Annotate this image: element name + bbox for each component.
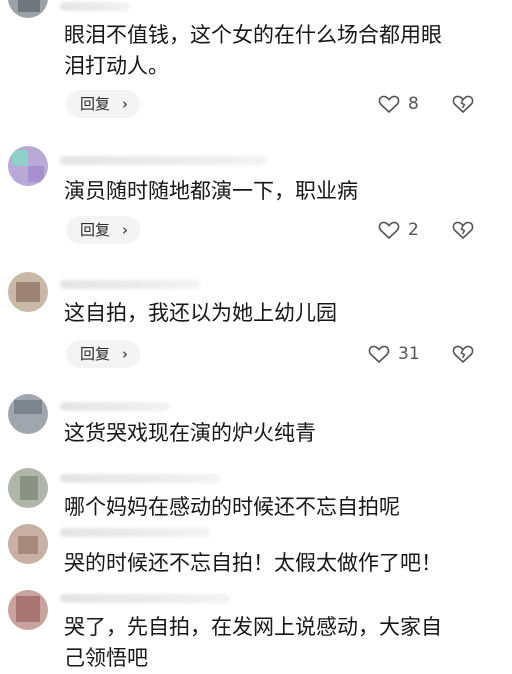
like-count: 8 bbox=[408, 94, 419, 114]
avatar[interactable] bbox=[8, 146, 48, 186]
chevron-right-icon: › bbox=[122, 345, 128, 363]
reply-label: 回复 bbox=[80, 345, 111, 363]
comment-text: 演员随时随地都演一下，职业病 bbox=[64, 179, 358, 203]
reply-button[interactable]: 回复 › bbox=[66, 216, 140, 244]
dislike-button[interactable] bbox=[452, 90, 478, 118]
dislike-button[interactable] bbox=[452, 340, 478, 368]
username[interactable] bbox=[60, 474, 220, 483]
broken-heart-icon bbox=[452, 344, 474, 364]
comment-text: 这自拍，我还以为她上幼儿园 bbox=[64, 301, 337, 325]
dislike-button[interactable] bbox=[452, 216, 478, 244]
heart-icon bbox=[368, 344, 390, 364]
comment-text: 哪个妈妈在感动的时候还不忘自拍呢 bbox=[64, 495, 400, 519]
reply-label: 回复 bbox=[80, 221, 111, 239]
username[interactable] bbox=[60, 528, 210, 537]
comment-text: 眼泪不值钱，这个女的在什么场合都用眼 泪打动人。 bbox=[64, 23, 442, 78]
username[interactable] bbox=[60, 594, 230, 603]
like-count: 31 bbox=[398, 344, 420, 364]
reply-button[interactable]: 回复 › bbox=[66, 340, 140, 368]
username[interactable] bbox=[60, 402, 170, 411]
like-button[interactable]: 8 bbox=[378, 90, 419, 118]
broken-heart-icon bbox=[452, 220, 474, 240]
username[interactable] bbox=[60, 280, 200, 289]
like-count: 2 bbox=[408, 220, 419, 240]
avatar[interactable] bbox=[8, 590, 48, 630]
username[interactable] bbox=[60, 2, 130, 11]
username[interactable] bbox=[60, 156, 266, 165]
chevron-right-icon: › bbox=[122, 95, 128, 113]
reply-button[interactable]: 回复 › bbox=[66, 90, 140, 118]
comment-text: 哭的时候还不忘自拍！太假太做作了吧！ bbox=[64, 551, 442, 575]
reply-label: 回复 bbox=[80, 95, 111, 113]
avatar[interactable] bbox=[8, 394, 48, 434]
like-button[interactable]: 31 bbox=[368, 340, 420, 368]
avatar[interactable] bbox=[8, 524, 48, 564]
avatar[interactable] bbox=[8, 468, 48, 508]
avatar[interactable] bbox=[8, 0, 48, 18]
heart-icon bbox=[378, 220, 400, 240]
chevron-right-icon: › bbox=[122, 221, 128, 239]
broken-heart-icon bbox=[452, 94, 474, 114]
avatar[interactable] bbox=[8, 272, 48, 312]
heart-icon bbox=[378, 94, 400, 114]
like-button[interactable]: 2 bbox=[378, 216, 419, 244]
comment-text: 这货哭戏现在演的炉火纯青 bbox=[64, 421, 316, 445]
comment-text: 哭了，先自拍，在发网上说感动，大家自 己领悟吧 bbox=[64, 615, 442, 670]
